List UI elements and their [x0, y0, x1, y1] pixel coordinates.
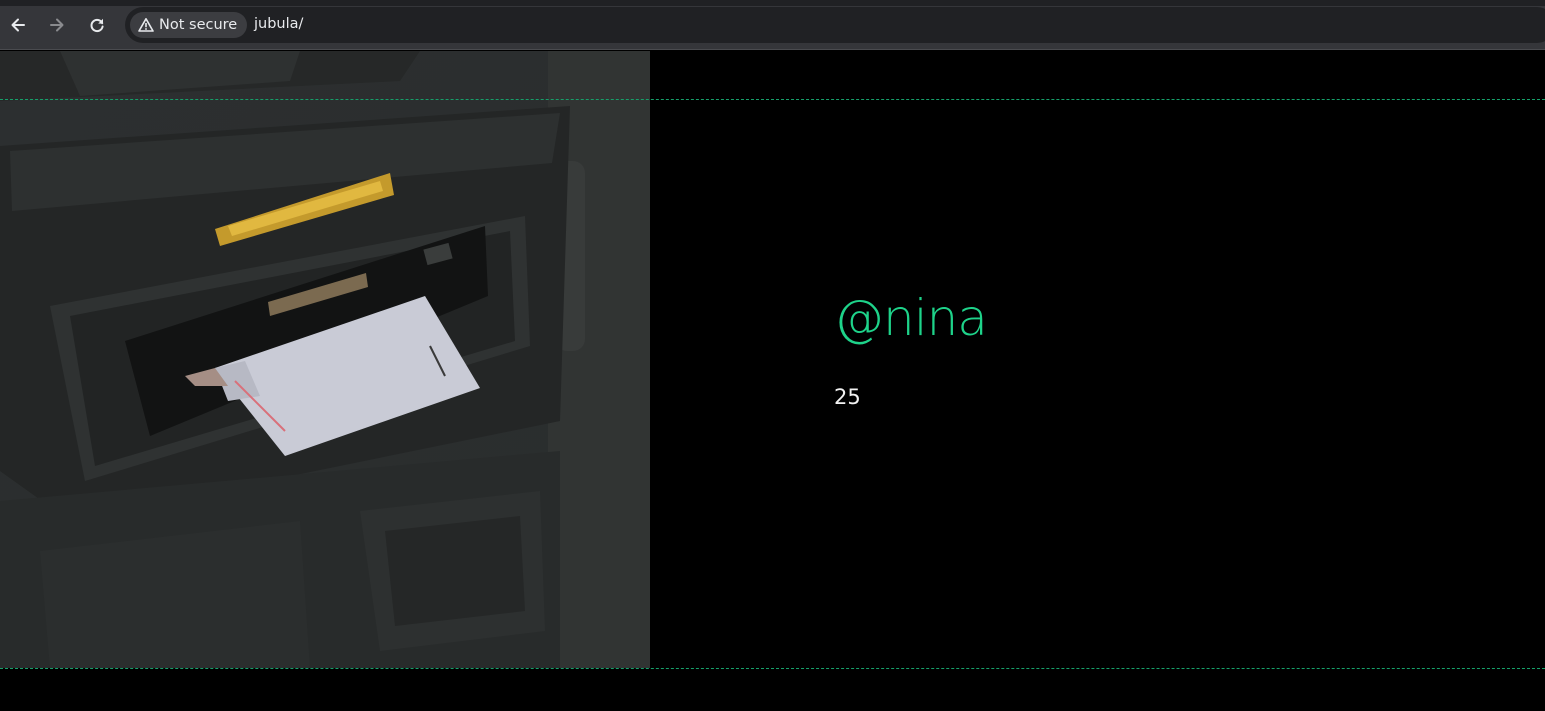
tab-strip-edge — [0, 0, 1545, 6]
reload-icon — [88, 16, 106, 34]
forward-button[interactable] — [44, 12, 70, 38]
user-count: 25 — [834, 385, 861, 409]
divider-top — [0, 99, 1545, 100]
arrow-right-icon — [48, 16, 66, 34]
url-text[interactable]: jubula/ — [254, 16, 303, 32]
arrow-left-icon — [9, 16, 27, 34]
address-bar[interactable]: Not secure jubula/ — [125, 7, 1545, 43]
reload-button[interactable] — [84, 12, 110, 38]
page-content: @nina 25 — [0, 51, 1545, 711]
divider-bottom — [0, 668, 1545, 669]
security-indicator[interactable]: Not secure — [130, 12, 248, 38]
user-handle: @nina — [834, 289, 988, 347]
mailbox-photo — [0, 51, 650, 668]
browser-toolbar: Not secure jubula/ — [0, 0, 1545, 50]
security-label: Not secure — [159, 17, 238, 33]
warning-triangle-icon — [138, 17, 154, 33]
profile-block: @nina 25 — [834, 289, 988, 409]
back-button[interactable] — [5, 12, 31, 38]
